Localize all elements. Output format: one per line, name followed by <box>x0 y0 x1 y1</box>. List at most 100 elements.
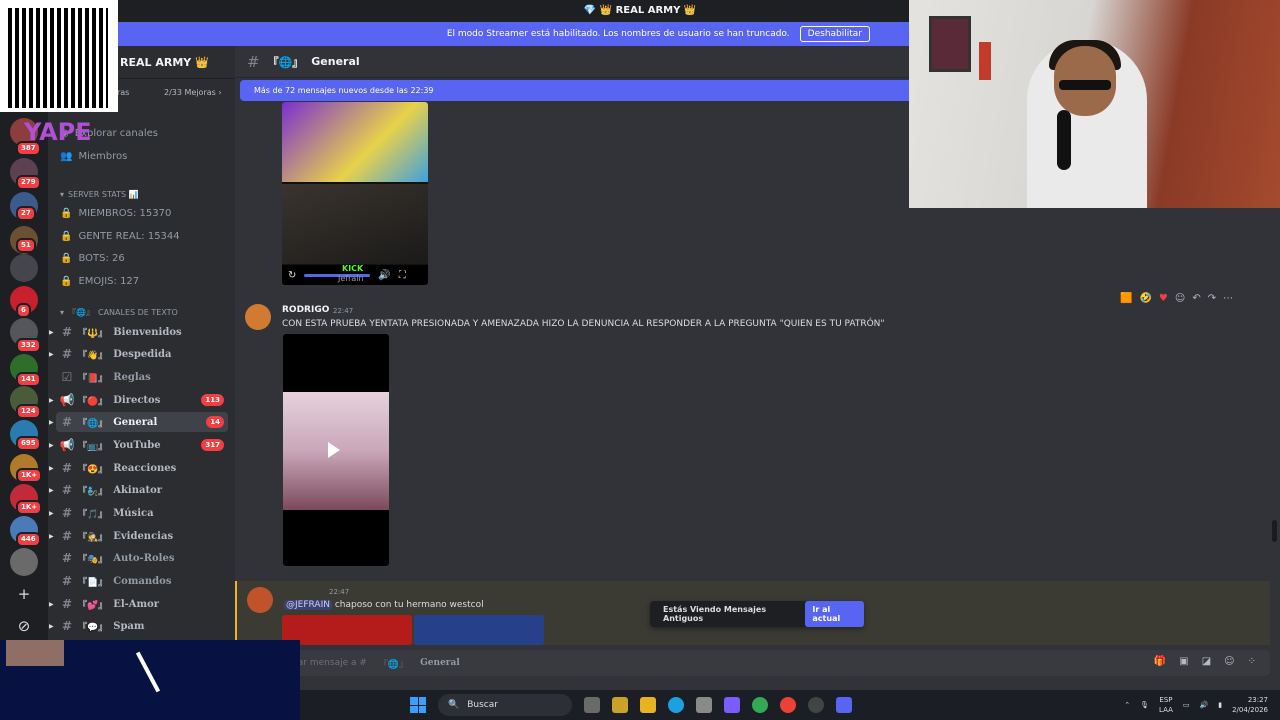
server-badge: 27 <box>16 206 36 221</box>
reaction-emoji[interactable]: 🟧 <box>1120 293 1132 309</box>
chrome-icon[interactable] <box>752 697 768 713</box>
clock-time: 23:27 <box>1247 696 1268 704</box>
channel-musica[interactable]: ▶ # 『🎵』 Música <box>49 503 228 523</box>
lock-icon: 🔒 <box>60 231 73 242</box>
video-embed[interactable]: ↻ 🔊 ⛶ KICK Jefrain <box>282 102 428 285</box>
streamer-mode-text: El modo Streamer está habilitado. Los no… <box>446 29 790 39</box>
message-author[interactable]: RODRIGO <box>282 305 329 315</box>
discord-app: 💎 👑 REAL ARMY 👑 El modo Streamer está ha… <box>0 0 1280 720</box>
tiktok-video-embed[interactable] <box>283 334 389 566</box>
stat-label: GENTE REAL: 15344 <box>78 231 180 242</box>
app-icon[interactable] <box>612 697 628 713</box>
channel-emoji: 『🎵』 <box>78 509 108 520</box>
volume-icon[interactable]: 🔊 <box>1200 701 1209 709</box>
more-icon[interactable]: ⋯ <box>1223 293 1233 309</box>
image-attachment[interactable] <box>414 615 544 645</box>
channel-label: Evidencias <box>113 530 174 542</box>
add-reaction-icon[interactable]: ☺ <box>1175 293 1185 309</box>
channel-youtube[interactable]: ▶ 📢 『📺』 YouTube 317 <box>49 435 228 455</box>
channel-emoji: 『🔴』 <box>78 396 108 407</box>
channel-akinator[interactable]: ▶ # 『🧞』 Akinator <box>49 480 228 500</box>
heart-icon[interactable]: ♥ <box>1159 293 1168 309</box>
task-view-icon[interactable] <box>584 697 600 713</box>
gif-icon[interactable]: ▣ <box>1179 656 1188 667</box>
stats-category[interactable]: ▾ SERVER STATS 📊 <box>60 190 139 199</box>
channel-spam[interactable]: ▶ # 『💬』 Spam <box>49 616 228 636</box>
replay-icon[interactable]: ↻ <box>288 270 296 281</box>
channel-comandos[interactable]: # 『📄』 Comandos <box>56 571 228 591</box>
channel-el-amor[interactable]: ▶ # 『💕』 El-Amor <box>49 594 228 614</box>
folder-icon[interactable] <box>640 697 656 713</box>
channel-auto-roles[interactable]: # 『🎭』 Auto-Roles <box>56 548 228 568</box>
server-badge: 141 <box>16 372 41 387</box>
channel-reglas[interactable]: ☑ 『📕』 Reglas <box>56 367 228 387</box>
search-icon: 🔍 <box>448 700 460 710</box>
stream-overlay <box>0 640 300 720</box>
gift-icon[interactable]: 🎁 <box>1154 656 1166 667</box>
server-badge: 279 <box>16 175 41 190</box>
channel-despedida[interactable]: ▶ # 『👋』 Despedida <box>49 344 228 364</box>
reaction-emoji[interactable]: 🤣 <box>1139 293 1151 309</box>
channel-label: Música <box>113 507 154 519</box>
monitor-icon[interactable]: ▭ <box>1183 701 1190 709</box>
emoji-icon[interactable]: ☺ <box>1224 656 1234 667</box>
avatar[interactable] <box>247 587 273 613</box>
fullscreen-icon[interactable]: ⛶ <box>399 270 406 281</box>
copilot-icon[interactable] <box>724 697 740 713</box>
server-icon[interactable] <box>10 254 38 282</box>
message-composer[interactable]: + Enviar mensaje a # 『🌐』 General 🎁 ▣ ◪ ☺… <box>244 650 1270 676</box>
channel-emoji: 『📄』 <box>78 577 108 588</box>
apps-icon[interactable]: ⁘ <box>1248 656 1256 667</box>
avatar[interactable] <box>245 304 271 330</box>
edge-icon[interactable] <box>668 697 684 713</box>
volume-icon[interactable]: 🔊 <box>378 270 390 281</box>
obs-icon[interactable] <box>808 697 824 713</box>
stat-channel[interactable]: 🔒 MIEMBROS: 15370 <box>60 208 171 219</box>
jump-to-present-button[interactable]: Ir al actual <box>805 601 864 627</box>
clock[interactable]: 23:27 2/04/2026 <box>1232 695 1268 715</box>
server-icon[interactable] <box>10 548 38 576</box>
language-indicator[interactable]: ESP LAA <box>1159 695 1173 715</box>
members-item[interactable]: 👥 Miembros <box>60 151 127 162</box>
composer-emoji: 『🌐』 <box>378 659 409 670</box>
stat-channel[interactable]: 🔒 GENTE REAL: 15344 <box>60 231 180 242</box>
app-icon[interactable] <box>696 697 712 713</box>
reply-icon[interactable]: ↶ <box>1192 293 1200 309</box>
new-messages-bar[interactable]: Más de 72 mensajes nuevos desde las 22:3… <box>240 80 910 101</box>
discover-icon[interactable]: ⊘ <box>10 612 38 640</box>
hash-icon: # <box>61 325 73 339</box>
sticker-icon[interactable]: ◪ <box>1202 656 1211 667</box>
forward-icon[interactable]: ↷ <box>1208 293 1216 309</box>
stat-label: MIEMBROS: 15370 <box>78 208 172 219</box>
members-icon: 👥 <box>60 151 73 162</box>
hash-icon: # <box>61 574 73 588</box>
channel-reacciones[interactable]: ▶ # 『😍』 Reacciones <box>49 458 228 478</box>
hash-icon: # <box>61 506 73 520</box>
discord-icon[interactable] <box>836 697 852 713</box>
channel-evidencias[interactable]: ▶ # 『🕵』 Evidencias <box>49 526 228 546</box>
chrome-icon[interactable] <box>780 697 796 713</box>
text-channels-category[interactable]: ▾ 『🌐』 CANALES DE TEXTO <box>60 307 178 318</box>
chevron-up-icon[interactable]: ⌃ <box>1124 701 1130 709</box>
image-attachment[interactable] <box>282 615 412 645</box>
windows-start-icon[interactable] <box>410 697 426 713</box>
stats-category-label: SERVER STATS 📊 <box>68 190 139 199</box>
taskbar-search[interactable]: 🔍 Buscar <box>438 694 572 716</box>
hash-icon: # <box>61 619 73 633</box>
disable-streamer-button[interactable]: Deshabilitar <box>799 26 870 42</box>
video-frame <box>282 184 428 264</box>
channel-general[interactable]: ▶ # 『🌐』 General 14 <box>49 412 228 432</box>
scrollbar[interactable] <box>1272 520 1277 542</box>
streamer-mode-banner: El modo Streamer está habilitado. Los no… <box>118 22 910 46</box>
battery-icon[interactable]: ▮ <box>1218 701 1222 709</box>
channel-emoji: 『📕』 <box>78 373 108 384</box>
channel-directos[interactable]: ▶ 📢 『🔴』 Directos 113 <box>49 390 228 410</box>
add-server-icon[interactable]: + <box>10 580 38 608</box>
channel-bienvenidos[interactable]: ▶ # 『🔱』 Bienvenidos <box>49 322 228 342</box>
user-mention[interactable]: @JEFRAIN <box>284 600 332 610</box>
microphone-icon[interactable]: 🎙 <box>1140 701 1149 709</box>
stat-channel[interactable]: 🔒 EMOJIS: 127 <box>60 276 139 287</box>
play-icon[interactable] <box>328 442 340 458</box>
stat-channel[interactable]: 🔒 BOTS: 26 <box>60 253 125 264</box>
image-attachments[interactable] <box>282 615 544 645</box>
